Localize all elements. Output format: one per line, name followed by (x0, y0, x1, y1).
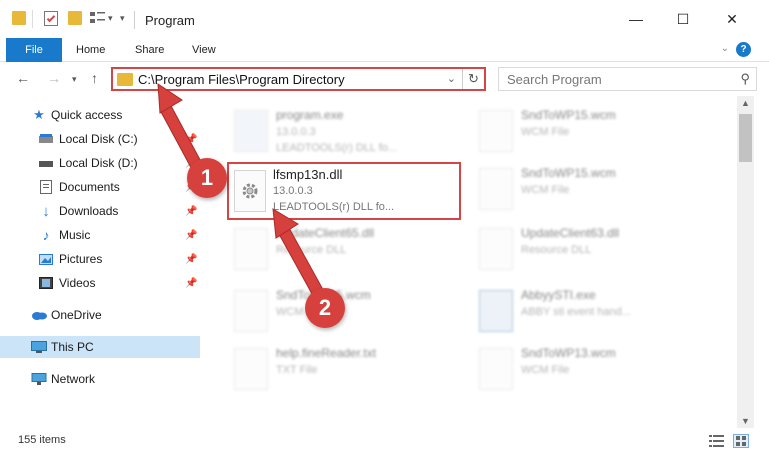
step-1-badge: 1 (187, 158, 227, 198)
annotation-arrows (157, 83, 333, 313)
step-2-badge: 2 (305, 288, 345, 328)
